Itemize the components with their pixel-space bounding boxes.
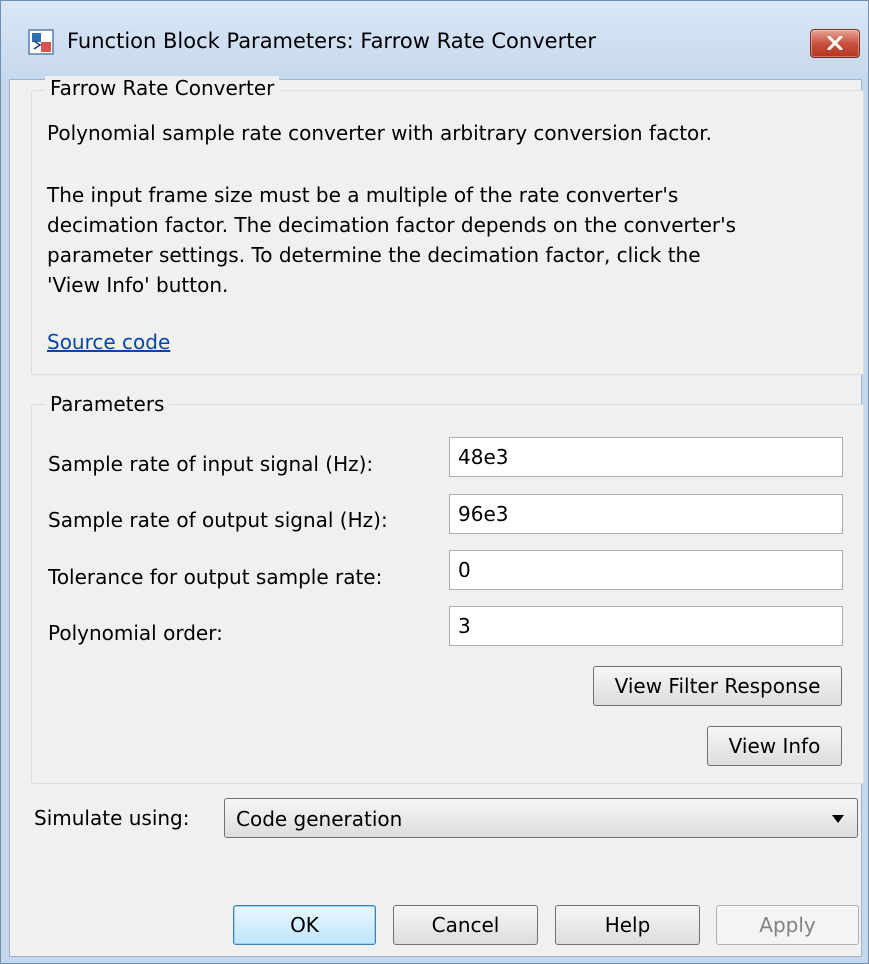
chevron-down-icon (832, 815, 844, 823)
window-title: Function Block Parameters: Farrow Rate C… (67, 29, 596, 53)
dialog-window: Function Block Parameters: Farrow Rate C… (0, 0, 869, 964)
cancel-button[interactable]: Cancel (393, 905, 538, 945)
description-line: The input frame size must be a multiple … (47, 183, 679, 207)
tolerance-label: Tolerance for output sample rate: (48, 565, 383, 589)
description-line: parameter settings. To determine the dec… (47, 243, 701, 267)
help-button[interactable]: Help (555, 905, 700, 945)
view-info-button[interactable]: View Info (707, 726, 842, 766)
dialog-content: Farrow Rate Converter Polynomial sample … (9, 76, 864, 957)
simulate-using-dropdown[interactable]: Code generation (224, 798, 858, 838)
apply-button[interactable]: Apply (716, 905, 859, 945)
simulink-block-icon (28, 29, 54, 55)
description-line: decimation factor. The decimation factor… (47, 213, 737, 237)
description-line: 'View Info' button. (47, 273, 229, 297)
tolerance-field[interactable] (449, 550, 843, 590)
description-group-title: Farrow Rate Converter (45, 76, 280, 100)
input-sample-rate-label: Sample rate of input signal (Hz): (48, 452, 374, 476)
ok-button[interactable]: OK (233, 905, 376, 945)
input-sample-rate-field[interactable] (449, 437, 843, 477)
simulate-using-value: Code generation (236, 807, 403, 831)
parameters-group-title: Parameters (45, 392, 170, 416)
polynomial-order-field[interactable] (449, 606, 843, 646)
description-summary: Polynomial sample rate converter with ar… (47, 121, 713, 145)
source-code-link[interactable]: Source code (47, 330, 170, 354)
close-icon (827, 36, 843, 50)
polynomial-order-label: Polynomial order: (48, 621, 223, 645)
view-filter-response-button[interactable]: View Filter Response (593, 666, 842, 706)
close-button[interactable] (810, 29, 860, 58)
output-sample-rate-label: Sample rate of output signal (Hz): (48, 508, 388, 532)
output-sample-rate-field[interactable] (449, 494, 843, 534)
simulate-using-label: Simulate using: (34, 806, 190, 830)
title-bar[interactable]: Function Block Parameters: Farrow Rate C… (1, 1, 868, 79)
